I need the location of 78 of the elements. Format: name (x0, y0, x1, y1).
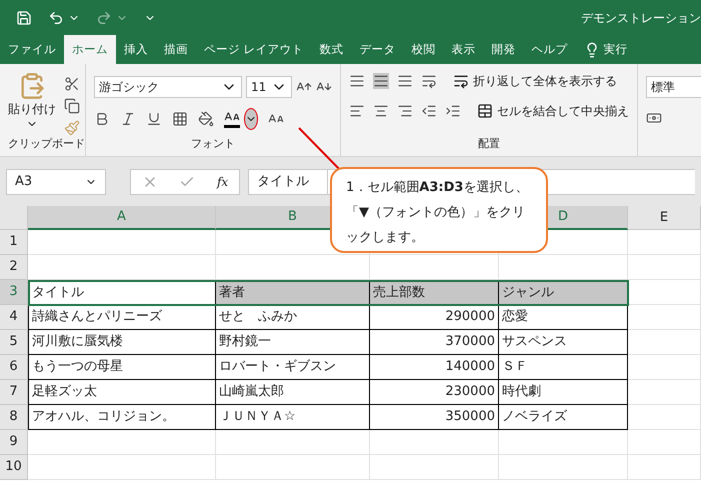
align-bottom-icon[interactable] (397, 73, 413, 89)
align-top-icon[interactable] (349, 73, 365, 89)
ribbon-tab[interactable]: 実行 (576, 35, 636, 64)
table-cell: ＳＦ (499, 355, 628, 380)
wrap-text-icon (453, 73, 469, 89)
column-header[interactable]: A (28, 206, 216, 230)
window-title: デモンストレーション (581, 10, 701, 26)
table-cell: 370000 (370, 330, 499, 355)
column-header[interactable]: E (628, 206, 701, 230)
table-cell: 恋愛 (499, 305, 628, 330)
merge-cells-icon (477, 103, 493, 119)
table-cell: 290000 (370, 305, 499, 330)
align-right-icon[interactable] (397, 103, 413, 119)
underline-icon[interactable] (146, 111, 162, 127)
font-size-field[interactable]: 11 (246, 76, 292, 98)
scissors-icon[interactable] (64, 76, 80, 92)
ribbon-tab[interactable]: 開発 (484, 35, 524, 64)
row-header[interactable]: 6 (0, 355, 28, 380)
table-cell: 河川敷に蜃気楼 (28, 330, 216, 355)
align-left-icon[interactable] (349, 103, 365, 119)
number-format-field[interactable]: 標準 (646, 76, 701, 98)
ribbon-tab[interactable]: ページ レイアウト (196, 35, 312, 64)
table-cell: 140000 (370, 355, 499, 380)
ribbon-tab[interactable]: ホーム (64, 35, 116, 64)
orientation-icon[interactable] (421, 73, 437, 89)
paste-button[interactable]: 貼り付け (8, 72, 56, 136)
group-label: 配置 (477, 136, 501, 152)
italic-icon[interactable] (120, 111, 136, 127)
table-cell: 350000 (370, 405, 499, 430)
table-cell: ノベライズ (499, 405, 628, 430)
table-cell: 野村鏡一 (216, 330, 370, 355)
copy-icon[interactable] (64, 98, 80, 114)
ribbon-tab[interactable]: データ (352, 35, 404, 64)
row-header[interactable]: 3 (0, 280, 28, 305)
wrap-text-button[interactable]: 折り返して全体を表示する (453, 72, 617, 90)
font-color-dropdown[interactable] (244, 108, 258, 130)
insert-function-button[interactable]: fx (216, 172, 228, 190)
group-label: クリップボード (7, 136, 85, 152)
redo-icon[interactable] (96, 10, 112, 26)
name-box[interactable]: A3 (6, 168, 106, 194)
row-header[interactable]: 5 (0, 330, 28, 355)
table-cell: ロバート・ギブスン (216, 355, 370, 380)
row-header[interactable]: 10 (0, 455, 28, 480)
row-header[interactable]: 8 (0, 405, 28, 430)
align-center-icon[interactable] (373, 103, 389, 119)
font-name-field[interactable]: 游ゴシック (94, 76, 242, 98)
table-cell: アオハル、コリジョン。 (28, 405, 216, 430)
row-header[interactable]: 1 (0, 230, 28, 255)
save-icon[interactable] (16, 10, 32, 26)
indent-decrease-icon[interactable] (421, 103, 437, 119)
fill-color-icon[interactable] (198, 111, 214, 127)
table-cell: せと ふみか (216, 305, 370, 330)
ribbon-tab[interactable]: 数式 (312, 35, 352, 64)
ribbon-tab[interactable]: 表示 (444, 35, 484, 64)
row-header[interactable]: 2 (0, 255, 28, 280)
indent-increase-icon[interactable] (445, 103, 461, 119)
table-cell: 詩織さんとパリニーズ (28, 305, 216, 330)
row-header[interactable]: 4 (0, 305, 28, 330)
ribbon-tab[interactable]: ファイル (0, 35, 64, 64)
table-cell: もう一つの母星 (28, 355, 216, 380)
formula-field[interactable]: タイトル (248, 168, 328, 194)
row-header[interactable]: 7 (0, 380, 28, 405)
table-cell: 時代劇 (499, 380, 628, 405)
border-icon[interactable] (172, 111, 188, 127)
ribbon-tab[interactable]: ヘルプ (524, 35, 576, 64)
align-middle-icon[interactable] (373, 73, 389, 89)
table-cell: 足軽ズッ太 (28, 380, 216, 405)
table-cell: 230000 (370, 380, 499, 405)
ribbon-tab[interactable]: 校閲 (404, 35, 444, 64)
ribbon-tab[interactable]: 描画 (156, 35, 196, 64)
undo-icon[interactable] (48, 10, 64, 26)
group-label: フォント (190, 136, 236, 152)
merge-center-button[interactable]: セルを結合して中央揃え (477, 102, 629, 120)
table-cell: ＪＵＮＹＡ☆ (216, 405, 370, 430)
table-cell: サスペンス (499, 330, 628, 355)
ribbon-tab[interactable]: 挿入 (116, 35, 156, 64)
row-header[interactable]: 9 (0, 430, 28, 455)
table-cell: 山崎嵐太郎 (216, 380, 370, 405)
